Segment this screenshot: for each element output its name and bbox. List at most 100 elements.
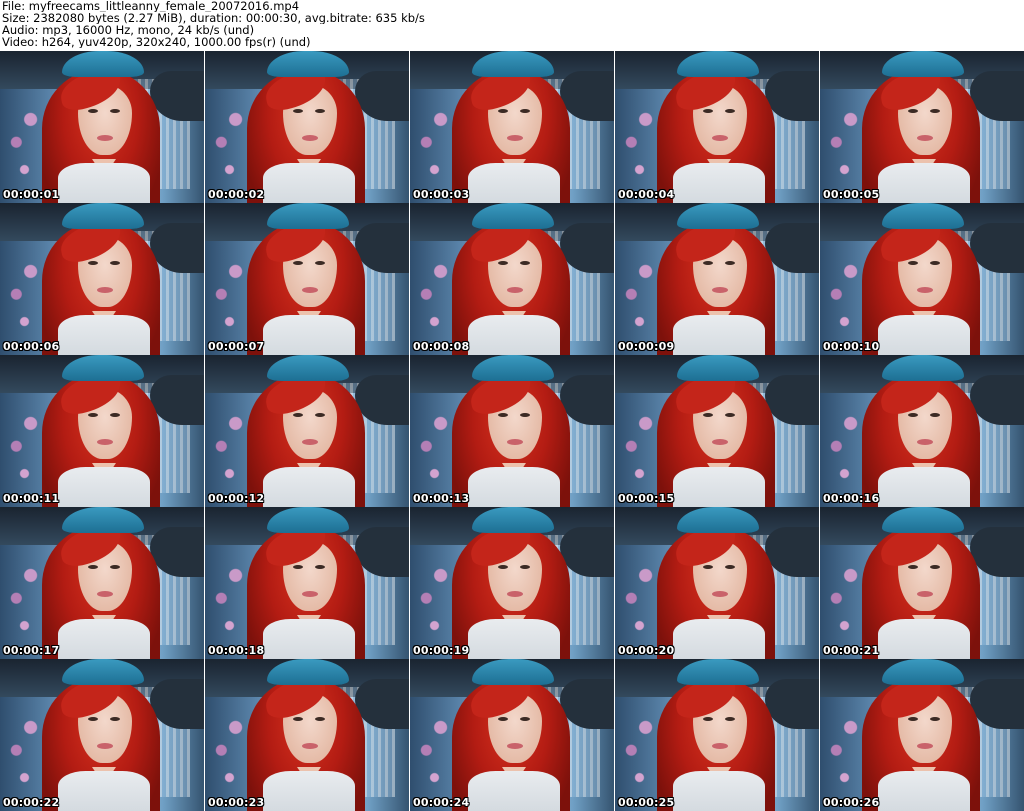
video-frame-thumbnail: 00:00:08 bbox=[410, 203, 614, 355]
frame-timestamp: 00:00:16 bbox=[823, 492, 880, 505]
frame-timestamp: 00:00:24 bbox=[413, 796, 470, 809]
video-frame-thumbnail: 00:00:01 bbox=[0, 51, 204, 203]
frame-image-eye-l bbox=[88, 261, 98, 265]
frame-image-lips bbox=[507, 135, 523, 141]
frame-image-eye-l bbox=[498, 413, 508, 417]
audio-info-line: Audio: mp3, 16000 Hz, mono, 24 kb/s (und… bbox=[2, 24, 255, 36]
frame-timestamp: 00:00:23 bbox=[208, 796, 265, 809]
frame-image-shirt bbox=[468, 619, 560, 659]
video-frame-thumbnail: 00:00:03 bbox=[410, 51, 614, 203]
frame-image-eye-r bbox=[110, 261, 120, 265]
frame-image-eye-r bbox=[725, 109, 735, 113]
frame-image-eye-r bbox=[930, 261, 940, 265]
frame-timestamp: 00:00:03 bbox=[413, 188, 470, 201]
frame-image-eye-l bbox=[498, 109, 508, 113]
frame-image-eye-l bbox=[498, 565, 508, 569]
frame-image-eye-l bbox=[703, 261, 713, 265]
frame-image-lips bbox=[302, 743, 318, 749]
frame-timestamp: 00:00:13 bbox=[413, 492, 470, 505]
video-frame-thumbnail: 00:00:07 bbox=[205, 203, 409, 355]
frame-image-eye-r bbox=[520, 109, 530, 113]
frame-image-shirt bbox=[263, 467, 355, 507]
frame-image-shirt bbox=[58, 771, 150, 811]
frame-image-lips bbox=[917, 287, 933, 293]
video-frame-thumbnail: 00:00:24 bbox=[410, 659, 614, 811]
frame-image-shirt bbox=[673, 315, 765, 355]
video-frame-thumbnail: 00:00:26 bbox=[820, 659, 1024, 811]
video-frame-thumbnail: 00:00:09 bbox=[615, 203, 819, 355]
video-frame-thumbnail: 00:00:17 bbox=[0, 507, 204, 659]
video-frame-thumbnail: 00:00:02 bbox=[205, 51, 409, 203]
frame-image-lips bbox=[712, 135, 728, 141]
frame-image-shirt bbox=[58, 619, 150, 659]
file-info-header: File: myfreecams_littleanny_female_20072… bbox=[0, 0, 1024, 50]
frame-timestamp: 00:00:08 bbox=[413, 340, 470, 353]
frame-timestamp: 00:00:17 bbox=[3, 644, 60, 657]
frame-image-shirt bbox=[878, 771, 970, 811]
video-frame-thumbnail: 00:00:15 bbox=[615, 355, 819, 507]
frame-image-lips bbox=[302, 287, 318, 293]
frame-image-eye-r bbox=[520, 413, 530, 417]
frame-image-eye-r bbox=[520, 261, 530, 265]
frame-timestamp: 00:00:26 bbox=[823, 796, 880, 809]
frame-image-lips bbox=[97, 439, 113, 445]
frame-image-lips bbox=[97, 287, 113, 293]
frame-image-lips bbox=[97, 743, 113, 749]
frame-image-shirt bbox=[673, 467, 765, 507]
frame-image-eye-l bbox=[908, 261, 918, 265]
video-frame-thumbnail: 00:00:19 bbox=[410, 507, 614, 659]
frame-image-shirt bbox=[58, 163, 150, 203]
frame-image-eye-l bbox=[293, 261, 303, 265]
frame-image-shirt bbox=[878, 619, 970, 659]
frame-image-lips bbox=[97, 591, 113, 597]
frame-timestamp: 00:00:18 bbox=[208, 644, 265, 657]
frame-image-eye-r bbox=[110, 109, 120, 113]
frame-timestamp: 00:00:20 bbox=[618, 644, 675, 657]
frame-image-eye-l bbox=[88, 717, 98, 721]
frame-image-eye-l bbox=[703, 109, 713, 113]
frame-image-shirt bbox=[468, 467, 560, 507]
frame-image-lips bbox=[507, 439, 523, 445]
frame-image-lips bbox=[302, 439, 318, 445]
video-frame-thumbnail: 00:00:04 bbox=[615, 51, 819, 203]
frame-image-lips bbox=[917, 439, 933, 445]
frame-image-eye-r bbox=[520, 717, 530, 721]
video-frame-thumbnail: 00:00:21 bbox=[820, 507, 1024, 659]
frame-image-lips bbox=[712, 591, 728, 597]
file-name-line: File: myfreecams_littleanny_female_20072… bbox=[2, 0, 300, 12]
frame-image-eye-r bbox=[110, 565, 120, 569]
frame-timestamp: 00:00:05 bbox=[823, 188, 880, 201]
frame-timestamp: 00:00:01 bbox=[3, 188, 60, 201]
frame-timestamp: 00:00:15 bbox=[618, 492, 675, 505]
frame-timestamp: 00:00:02 bbox=[208, 188, 265, 201]
frame-image-eye-l bbox=[498, 717, 508, 721]
frame-image-eye-r bbox=[725, 261, 735, 265]
frame-image-lips bbox=[97, 135, 113, 141]
frame-image-lips bbox=[302, 591, 318, 597]
frame-image-lips bbox=[507, 743, 523, 749]
frame-image-shirt bbox=[58, 315, 150, 355]
frame-image-eye-l bbox=[88, 565, 98, 569]
frame-image-eye-r bbox=[725, 413, 735, 417]
frame-image-eye-l bbox=[293, 717, 303, 721]
video-frame-thumbnail: 00:00:05 bbox=[820, 51, 1024, 203]
frame-image-eye-l bbox=[703, 717, 713, 721]
frame-image-eye-r bbox=[930, 717, 940, 721]
frame-image-shirt bbox=[673, 163, 765, 203]
frame-image-eye-r bbox=[930, 109, 940, 113]
video-frame-thumbnail: 00:00:06 bbox=[0, 203, 204, 355]
frame-image-shirt bbox=[878, 315, 970, 355]
frame-image-lips bbox=[917, 591, 933, 597]
frame-image-eye-l bbox=[908, 565, 918, 569]
frame-image-eye-l bbox=[908, 413, 918, 417]
frame-image-shirt bbox=[58, 467, 150, 507]
video-frame-thumbnail: 00:00:16 bbox=[820, 355, 1024, 507]
frame-image-shirt bbox=[468, 315, 560, 355]
frame-image-eye-r bbox=[930, 413, 940, 417]
frame-image-eye-l bbox=[703, 413, 713, 417]
video-frame-thumbnail: 00:00:11 bbox=[0, 355, 204, 507]
frame-image-eye-l bbox=[293, 109, 303, 113]
frame-image-eye-r bbox=[315, 109, 325, 113]
frame-image-lips bbox=[507, 591, 523, 597]
frame-timestamp: 00:00:21 bbox=[823, 644, 880, 657]
